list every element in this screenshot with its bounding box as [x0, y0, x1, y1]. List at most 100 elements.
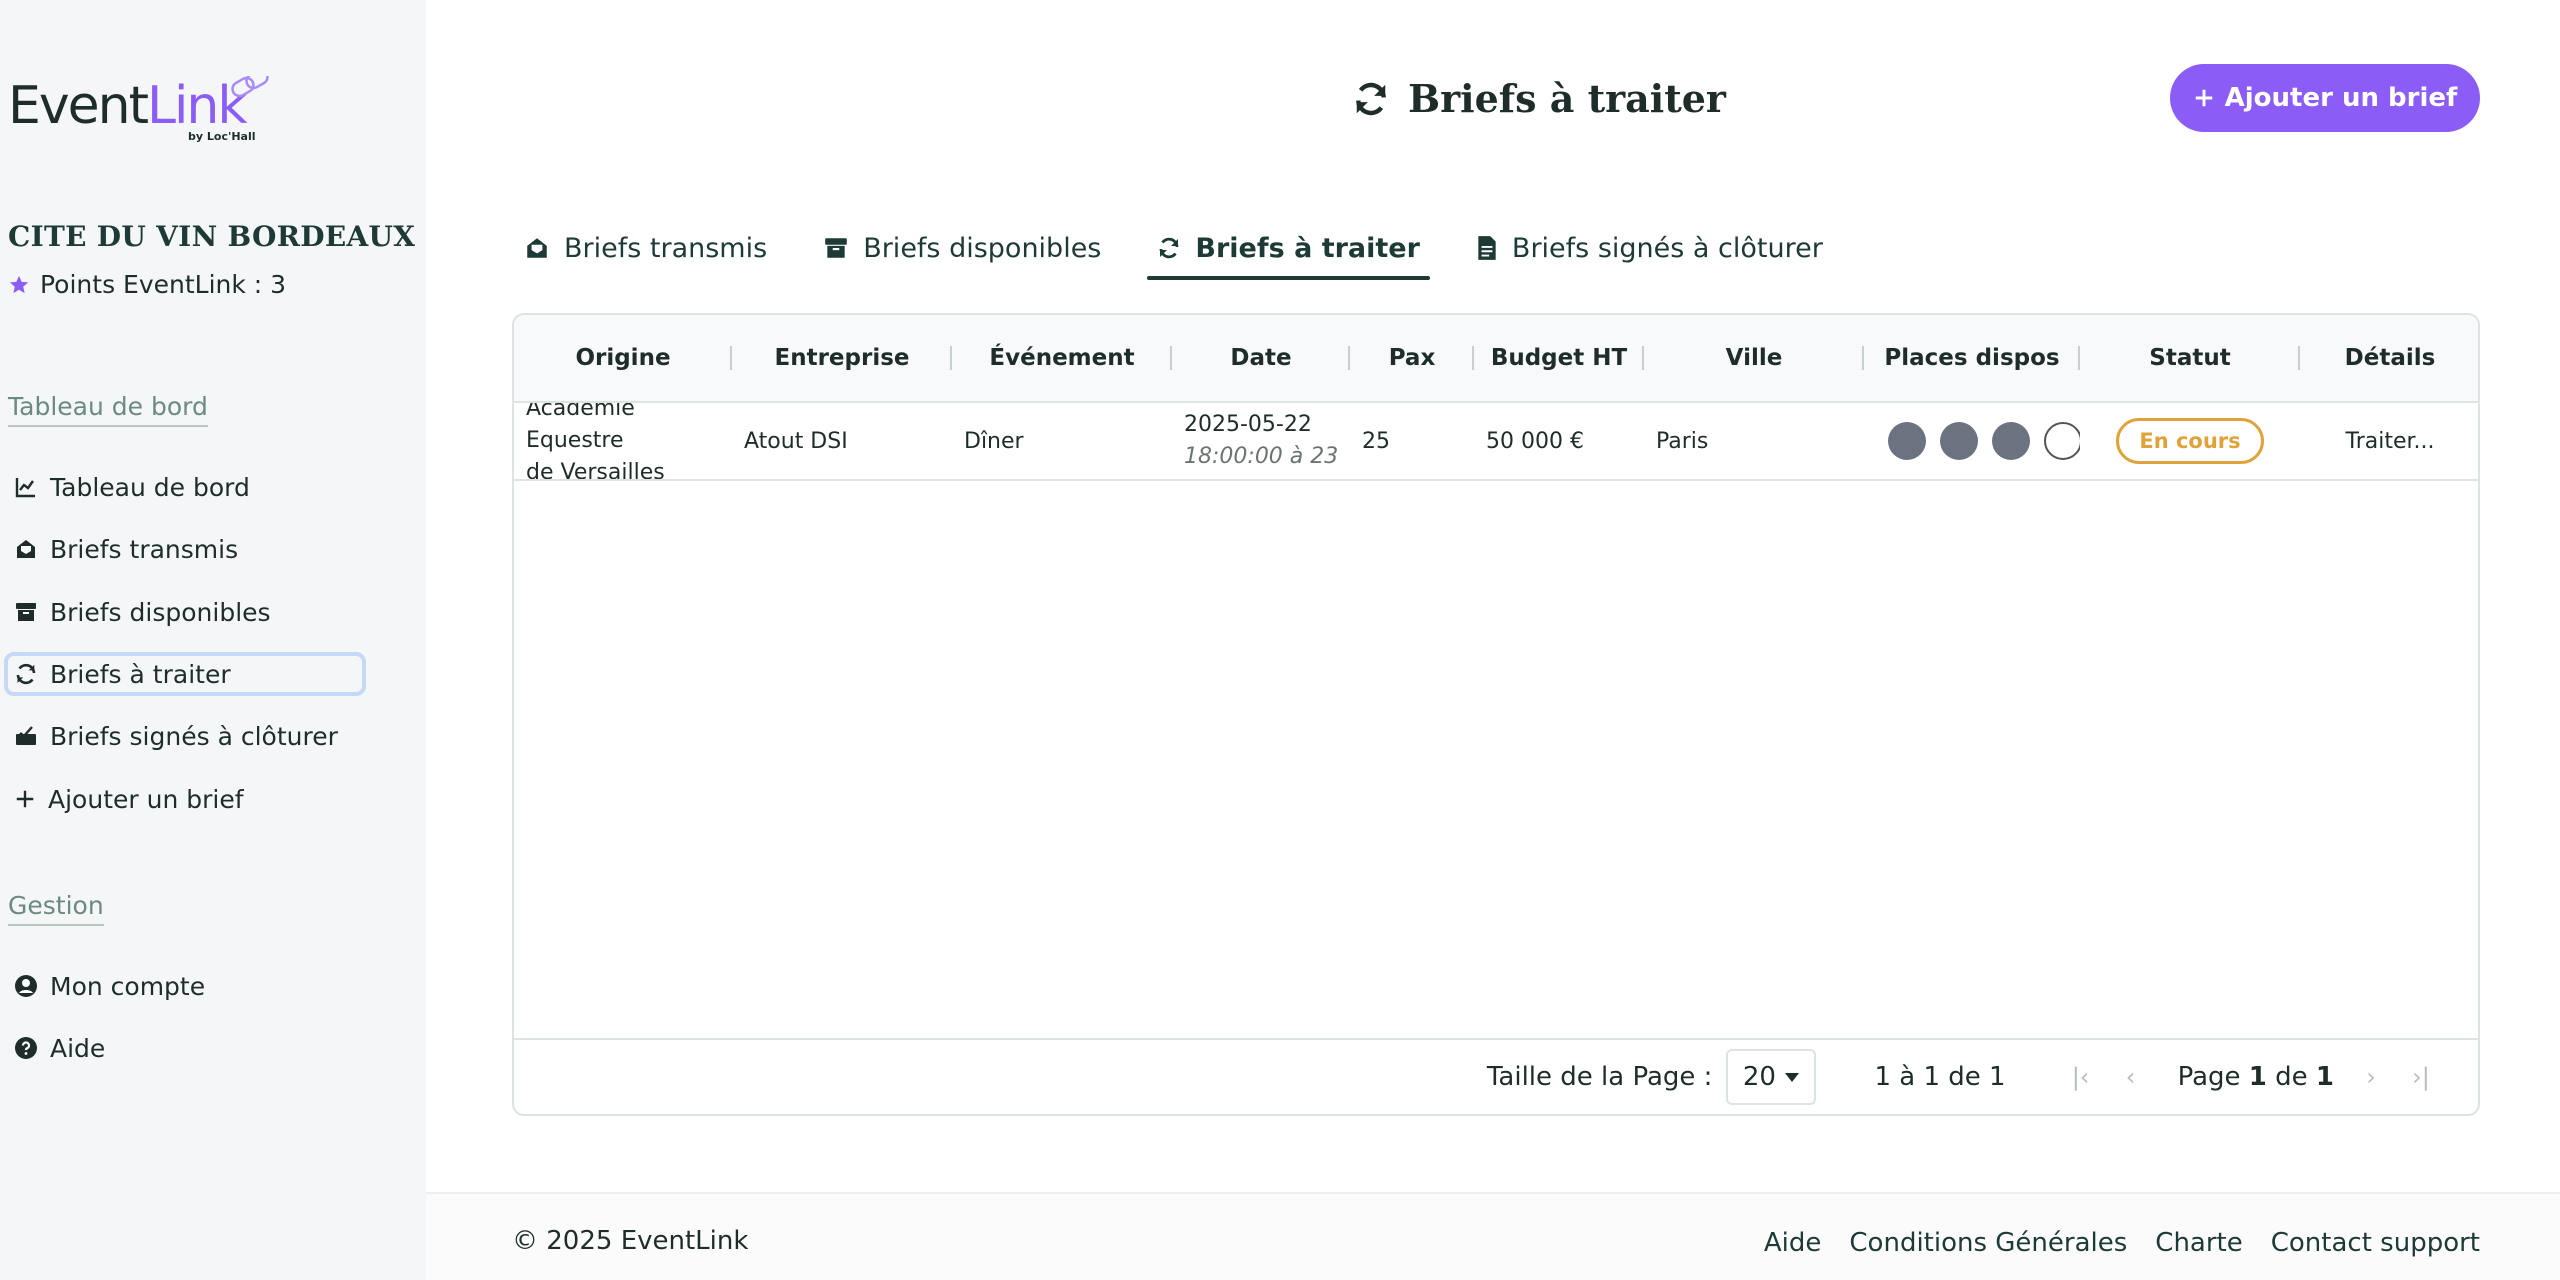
refresh-icon: [1356, 82, 1386, 115]
section-title-dashboard: Tableau de bord: [8, 392, 208, 427]
details-link[interactable]: Traiter...: [2345, 429, 2434, 454]
tab-label: Briefs transmis: [564, 232, 768, 264]
cell-origine: Academie Equestre de Versailles: [514, 403, 732, 479]
tab-label: Briefs à traiter: [1195, 232, 1420, 264]
row-count: 1 à 1 de 1: [1874, 1062, 2006, 1092]
file-text-icon: [1478, 236, 1496, 260]
logo-tagline: by Loc'Hall: [188, 130, 256, 143]
column-header-entreprise[interactable]: Entreprise: [732, 315, 952, 401]
briefs-table: Origine Entreprise Événement Date Pax Bu…: [512, 313, 2480, 1116]
tab-bar: Briefs transmis Briefs disponibles Brief…: [514, 218, 1869, 280]
sidebar-item-mon-compte[interactable]: Mon compte: [4, 964, 366, 1008]
column-header-statut[interactable]: Statut: [2080, 315, 2300, 401]
sidebar-item-label: Tableau de bord: [50, 472, 250, 502]
copyright: © 2025 EventLink: [512, 1226, 749, 1256]
line-chart-icon: [15, 478, 35, 498]
page-title-text: Briefs à traiter: [1408, 76, 1726, 121]
table-row[interactable]: Academie Equestre de Versailles Atout DS…: [514, 403, 2478, 481]
cell-date: 2025-05-22 18:00:00 à 23:00:00: [1172, 403, 1338, 479]
sidebar-item-dashboard[interactable]: Tableau de bord: [4, 465, 366, 509]
help-circle-icon: [15, 1037, 37, 1059]
footer-link-contact[interactable]: Contact support: [2271, 1228, 2480, 1258]
cell-evenement: Dîner: [964, 428, 1024, 454]
archive-box-icon: [16, 603, 36, 621]
add-brief-label: Ajouter un brief: [2224, 83, 2458, 113]
page-indicator: Page 1 de 1: [2178, 1062, 2334, 1092]
footer-links: Aide Conditions Générales Charte Contact…: [1764, 1228, 2480, 1258]
page-word: Page: [2177, 1062, 2241, 1092]
pagination-bar: Taille de la Page : 20 1 à 1 de 1 |‹ ‹ P…: [514, 1038, 2478, 1114]
chain-link-icon: [231, 76, 269, 98]
first-page-icon[interactable]: |‹: [2064, 1063, 2098, 1091]
time-range: 18:00:00 à 23:00:00: [1184, 444, 1338, 469]
column-header-label: Événement: [989, 345, 1135, 371]
cell-statut: En cours: [2080, 403, 2300, 479]
caret-down-icon: [1784, 1073, 1799, 1082]
sidebar: EventLink by Loc'Hall CITE DU VIN BORDEA…: [0, 0, 426, 1280]
sidebar-item-add-brief[interactable]: Ajouter un brief: [4, 777, 366, 821]
page-total: 1: [2315, 1062, 2334, 1092]
user-circle-icon: [15, 975, 37, 997]
cell-ville: Paris: [1656, 428, 1709, 454]
tab-briefs-transmis[interactable]: Briefs transmis: [514, 218, 777, 278]
column-header-label: Détails: [2344, 345, 2436, 371]
column-header-details[interactable]: Détails: [2300, 315, 2478, 401]
origine-line-1: Academie Equestre: [526, 403, 635, 453]
envelope-open-icon: [527, 238, 547, 258]
add-brief-button[interactable]: Ajouter un brief: [2170, 64, 2480, 132]
cell-pax: 25: [1362, 428, 1390, 454]
column-header-pax[interactable]: Pax: [1350, 315, 1474, 401]
sidebar-item-label: Mon compte: [50, 971, 206, 1001]
sidebar-item-label: Briefs signés à clôturer: [50, 721, 338, 751]
points-indicator: Points EventLink : 3: [8, 270, 286, 299]
date-value: 2025-05-22: [1184, 412, 1312, 437]
column-header-label: Ville: [1725, 345, 1783, 371]
tab-briefs-a-traiter[interactable]: Briefs à traiter: [1147, 218, 1430, 280]
previous-page-icon[interactable]: ‹: [2114, 1063, 2148, 1091]
archive-box-icon: [825, 238, 848, 258]
page-of: de: [2275, 1062, 2308, 1092]
plus-icon: [16, 790, 34, 808]
page-size-label: Taille de la Page :: [1486, 1062, 1713, 1092]
page-size-select[interactable]: 20: [1726, 1049, 1817, 1105]
sidebar-item-label: Ajouter un brief: [48, 784, 244, 814]
column-header-label: Budget HT: [1490, 345, 1628, 371]
footer-link-aide[interactable]: Aide: [1764, 1228, 1822, 1258]
plus-icon: [2195, 89, 2212, 107]
tab-briefs-signes[interactable]: Briefs signés à clôturer: [1466, 218, 1833, 278]
table-header: Origine Entreprise Événement Date Pax Bu…: [514, 315, 2478, 403]
column-header-label: Entreprise: [774, 345, 910, 371]
sidebar-item-briefs-disponibles[interactable]: Briefs disponibles: [4, 590, 366, 634]
sidebar-item-label: Briefs disponibles: [50, 597, 271, 627]
refresh-icon: [1159, 237, 1179, 259]
sidebar-item-label: Briefs à traiter: [50, 659, 231, 689]
footer-link-charte[interactable]: Charte: [2155, 1228, 2242, 1258]
tab-briefs-disponibles[interactable]: Briefs disponibles: [813, 218, 1111, 278]
column-header-origine[interactable]: Origine: [514, 315, 732, 401]
footer-link-conditions[interactable]: Conditions Générales: [1849, 1228, 2127, 1258]
sidebar-item-briefs-signes[interactable]: Briefs signés à clôturer: [4, 714, 366, 758]
sidebar-item-label: Briefs transmis: [50, 534, 239, 564]
sidebar-item-briefs-transmis[interactable]: Briefs transmis: [4, 527, 366, 571]
column-header-label: Statut: [2149, 345, 2231, 371]
next-page-icon[interactable]: ›: [2354, 1063, 2388, 1091]
column-header-places[interactable]: Places dispos: [1864, 315, 2080, 401]
company-name: CITE DU VIN BORDEAUX: [8, 220, 416, 253]
status-badge: En cours: [2116, 418, 2264, 464]
sidebar-item-briefs-a-traiter[interactable]: Briefs à traiter: [4, 652, 366, 696]
place-filled-dot: [1888, 422, 1926, 460]
page-title: Briefs à traiter: [1352, 76, 1726, 121]
last-page-icon[interactable]: ›|: [2404, 1063, 2438, 1091]
sidebar-item-aide[interactable]: Aide: [4, 1026, 366, 1070]
column-header-evenement[interactable]: Événement: [952, 315, 1172, 401]
column-header-ville[interactable]: Ville: [1644, 315, 1864, 401]
points-label: Points EventLink : 3: [40, 270, 287, 299]
tab-label: Briefs signés à clôturer: [1511, 232, 1823, 264]
page-current: 1: [2248, 1062, 2267, 1092]
column-header-budget[interactable]: Budget HT: [1474, 315, 1644, 401]
refresh-icon: [16, 663, 36, 685]
place-filled-dot: [1940, 422, 1978, 460]
column-header-date[interactable]: Date: [1172, 315, 1350, 401]
place-filled-dot: [1992, 422, 2030, 460]
eventlink-logo[interactable]: EventLink by Loc'Hall: [8, 76, 284, 146]
